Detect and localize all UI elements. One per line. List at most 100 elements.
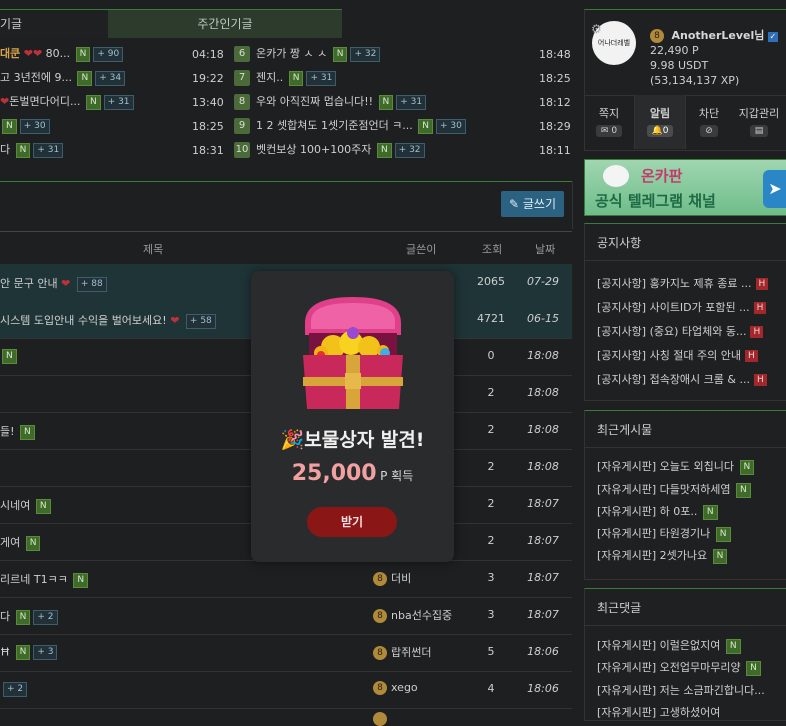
post-time: 18:25 [539, 72, 571, 85]
heart-icon: ❤ [23, 47, 33, 60]
post-views: 2 [487, 534, 495, 547]
column-author: 글쓴이 [406, 243, 437, 256]
notice-item[interactable]: [공지사항] (중요) 타업체와 동... H [597, 323, 764, 339]
popular-tabs: 기글 주간인기글 [0, 9, 342, 38]
recent-comment-item[interactable]: [자유게시판] 오전업무마무리양 N [597, 659, 761, 676]
table-row[interactable]: 다 N + 2 8 nba선수집중 3 18:07 [0, 597, 572, 635]
post-title: 들! [0, 425, 15, 438]
new-badge: N [73, 572, 89, 588]
comment-prefix: [자유게시판] [597, 706, 657, 719]
new-badge: N [725, 638, 741, 654]
tab-weekly-popular[interactable]: 주간인기글 [108, 10, 342, 38]
tab-label: 쪽지 [598, 107, 620, 120]
post-views: 4 [487, 682, 495, 695]
recent-comment-item[interactable]: [자유게시판] 고생하셨어여 [597, 704, 720, 720]
post-date: 18:08 [527, 386, 559, 399]
comment-text: 오전업무마무리양 [656, 661, 741, 674]
comment-count: + 34 [95, 70, 126, 86]
new-badge: N [288, 70, 304, 86]
list-item[interactable]: 10 벳컨보상 100+100주자 N + 32 [234, 138, 425, 162]
tab-label: 차단 [698, 107, 720, 120]
hot-badge: H [745, 350, 758, 362]
tab-notifications[interactable]: 알림 🔔0 [634, 95, 686, 149]
post-views: 4721 [477, 312, 505, 325]
list-item[interactable]: N + 30 [0, 114, 50, 138]
post-views: 0 [487, 349, 495, 362]
pencil-icon: ✎ [508, 197, 520, 211]
comment-count: + 2 [3, 682, 28, 697]
list-item[interactable]: 고 3년전에 9... N + 34 [0, 66, 126, 90]
post-author[interactable]: 더비 [391, 572, 411, 585]
comment-count: + 31 [33, 142, 64, 158]
mascot-icon [603, 165, 629, 187]
post-time: 13:40 [192, 96, 224, 109]
notice-item[interactable]: [공지사항] 홍카지노 제휴 종료 ... H [597, 275, 769, 291]
list-item[interactable]: 다 N + 31 [0, 138, 64, 162]
post-date: 18:08 [527, 349, 559, 362]
divider [0, 181, 572, 182]
reward-amount: 25,000 [291, 461, 377, 486]
comment-count: + 32 [394, 142, 425, 158]
notice-item[interactable]: [공지사항] 사칭 절대 주의 안내 H [597, 347, 758, 363]
tab-count: 0 [662, 126, 669, 136]
write-button[interactable]: ✎ 글쓰기 [501, 191, 564, 217]
recent-post-item[interactable]: [자유게시판] 하 0포.. N [597, 503, 718, 520]
recent-post-item[interactable]: [자유게시판] 오늘도 외칩니다 N [597, 458, 755, 475]
post-views: 2 [487, 497, 495, 510]
post-author[interactable]: 랍쥐썬더 [391, 646, 431, 659]
tab-popular[interactable]: 기글 [0, 10, 109, 38]
tab-messages[interactable]: 쪽지 ✉ 0 [584, 95, 634, 149]
hot-badge: H [755, 278, 769, 290]
comment-count: + 32 [350, 46, 381, 62]
notice-item[interactable]: [공지사항] 접속장애시 크롬 & ... H [597, 371, 767, 387]
tab-block[interactable]: 차단 ⊘ [684, 95, 734, 149]
gear-icon[interactable]: ⚙ [591, 22, 602, 36]
usdt-balance: 9.98 USDT [650, 59, 709, 72]
post-title: 1 2 셋합쳐도 1셋기준점언더 ㅋ... [256, 119, 413, 132]
notice-text: 홍카지노 제휴 종료 ... [646, 277, 752, 290]
list-item[interactable]: 9 1 2 셋합쳐도 1셋기준점언더 ㅋ... N + 30 [234, 114, 466, 138]
rank-badge: 6 [234, 46, 250, 62]
username[interactable]: AnotherLevel님 [672, 29, 765, 42]
divider [572, 181, 573, 229]
table-row[interactable]: + 2 8 xego 4 18:06 [0, 671, 572, 709]
table-row[interactable]: 리르네 T1ㅋㅋ N 8 더비 3 18:07 [0, 560, 572, 598]
notice-prefix: [공지사항] [597, 373, 647, 386]
post-author[interactable]: nba선수집중 [391, 609, 452, 622]
recent-comment-item[interactable]: [자유게시판] 이럴은없지여 N [597, 637, 741, 654]
list-item[interactable]: 8 우와 아직진짜 멉습니다!! N + 31 [234, 90, 427, 114]
treasure-popup: 🎉보물상자 발견! 25,000 P 획득 받기 [251, 271, 454, 562]
list-item[interactable]: 6 온카가 짱 ㅅ ㅅ N + 32 [234, 42, 381, 66]
verified-icon: ✓ [767, 32, 778, 42]
tab-wallet[interactable]: 지갑관리 ▤ [732, 95, 786, 149]
level-medal-icon: 8 [373, 609, 387, 623]
banner-subtitle: 공식 텔레그램 채널 [595, 192, 716, 210]
list-item[interactable]: 7 젠지.. N + 31 [234, 66, 337, 90]
post-title: 돈벌면다어디... [9, 95, 81, 108]
new-badge: N [85, 94, 101, 110]
column-date: 날짜 [535, 243, 556, 256]
claim-button[interactable]: 받기 [307, 507, 397, 537]
post-views: 2 [487, 386, 495, 399]
comment-count: + 3 [33, 645, 58, 660]
post-views: 2065 [477, 275, 505, 288]
comment-count: + 31 [103, 94, 134, 110]
table-row[interactable]: Ħ N + 3 8 랍쥐썬더 5 18:06 [0, 634, 572, 672]
new-badge: N [15, 142, 31, 158]
comment-count: + 90 [93, 46, 124, 62]
recent-post-item[interactable]: [자유게시판] 타원경기나 N [597, 525, 731, 542]
recent-post-item[interactable]: [자유게시판] 다들맛저하세염 N [597, 481, 751, 498]
recent-comment-item[interactable]: [자유게시판] 저는 소금파긴합니다... [597, 682, 765, 698]
post-author[interactable]: xego [391, 681, 418, 694]
treasure-chest-icon [303, 297, 403, 409]
list-item[interactable]: ❤돈벌면다어디... N + 31 [0, 90, 134, 114]
notice-item[interactable]: [공지사항] 사이트ID가 포함된 ... H [597, 299, 767, 315]
bell-icon: 🔔 [651, 126, 663, 136]
new-badge: N [15, 645, 31, 660]
recent-post-item[interactable]: [자유게시판] 2셋가나요 N [597, 547, 728, 564]
notice-prefix: [공지사항] [597, 301, 647, 314]
post-title: 대쿤 [0, 47, 21, 60]
list-item[interactable]: 대쿤 ❤❤ 80... N + 90 [0, 42, 124, 66]
post-date: 18:06 [527, 682, 559, 695]
telegram-banner[interactable]: 온카판 공식 텔레그램 채널 ➤ [584, 159, 786, 216]
